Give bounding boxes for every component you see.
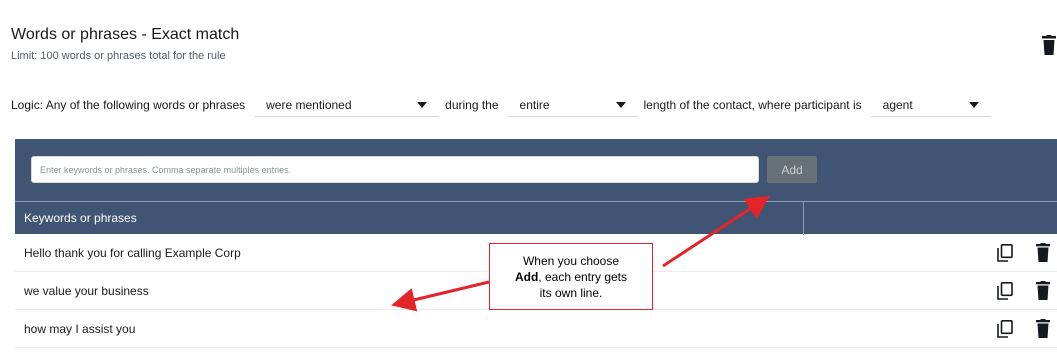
section-subtitle: Limit: 100 words or phrases total for th… xyxy=(11,50,226,62)
participant-dropdown-value: agent xyxy=(882,97,913,112)
trash-icon[interactable] xyxy=(1042,35,1056,55)
range-dropdown[interactable]: entire xyxy=(507,93,638,117)
length-text: length of the contact, where participant… xyxy=(643,98,862,112)
keyword-text: Hello thank you for calling Example Corp xyxy=(24,246,241,260)
trash-icon[interactable] xyxy=(1036,243,1050,262)
table-header: Keywords or phrases xyxy=(15,201,1057,235)
section-title: Words or phrases - Exact match xyxy=(11,26,240,43)
callout-line-3: its own line. xyxy=(539,286,603,300)
keywords-input[interactable] xyxy=(31,156,759,183)
chevron-down-icon xyxy=(968,102,979,108)
column-header-keywords: Keywords or phrases xyxy=(24,211,137,225)
copy-icon[interactable] xyxy=(997,282,1013,300)
callout-line-1: When you choose xyxy=(522,254,620,268)
keyword-text: we value your business xyxy=(24,284,149,298)
trash-icon[interactable] xyxy=(1036,281,1050,300)
logic-prefix-text: Logic: Any of the following words or phr… xyxy=(11,98,246,112)
column-divider xyxy=(803,202,804,235)
range-dropdown-value: entire xyxy=(519,97,550,112)
keyword-text: how may I assist you xyxy=(24,322,136,336)
add-button[interactable]: Add xyxy=(767,156,817,183)
mention-dropdown[interactable]: were mentioned xyxy=(254,93,440,117)
copy-icon[interactable] xyxy=(997,320,1013,338)
chevron-down-icon xyxy=(615,102,626,108)
callout-bold: Add xyxy=(514,270,539,284)
rule-card: Words or phrases - Exact match Limit: 10… xyxy=(0,0,1057,353)
annotation-callout: When you choose Add, each entry gets its… xyxy=(489,243,653,310)
mention-dropdown-value: were mentioned xyxy=(266,97,352,112)
during-text: during the xyxy=(445,98,499,112)
copy-icon[interactable] xyxy=(997,244,1013,262)
participant-dropdown[interactable]: agent xyxy=(870,93,991,117)
callout-line-2-rest: , each entry gets xyxy=(538,270,628,284)
keywords-panel: Add Keywords or phrases xyxy=(15,139,1057,235)
callout-line-2: Add, each entry gets xyxy=(490,269,652,285)
logic-row: Logic: Any of the following words or phr… xyxy=(11,93,991,117)
table-row: how may I assist you xyxy=(15,310,1057,348)
trash-icon[interactable] xyxy=(1036,319,1050,338)
chevron-down-icon xyxy=(417,102,428,108)
